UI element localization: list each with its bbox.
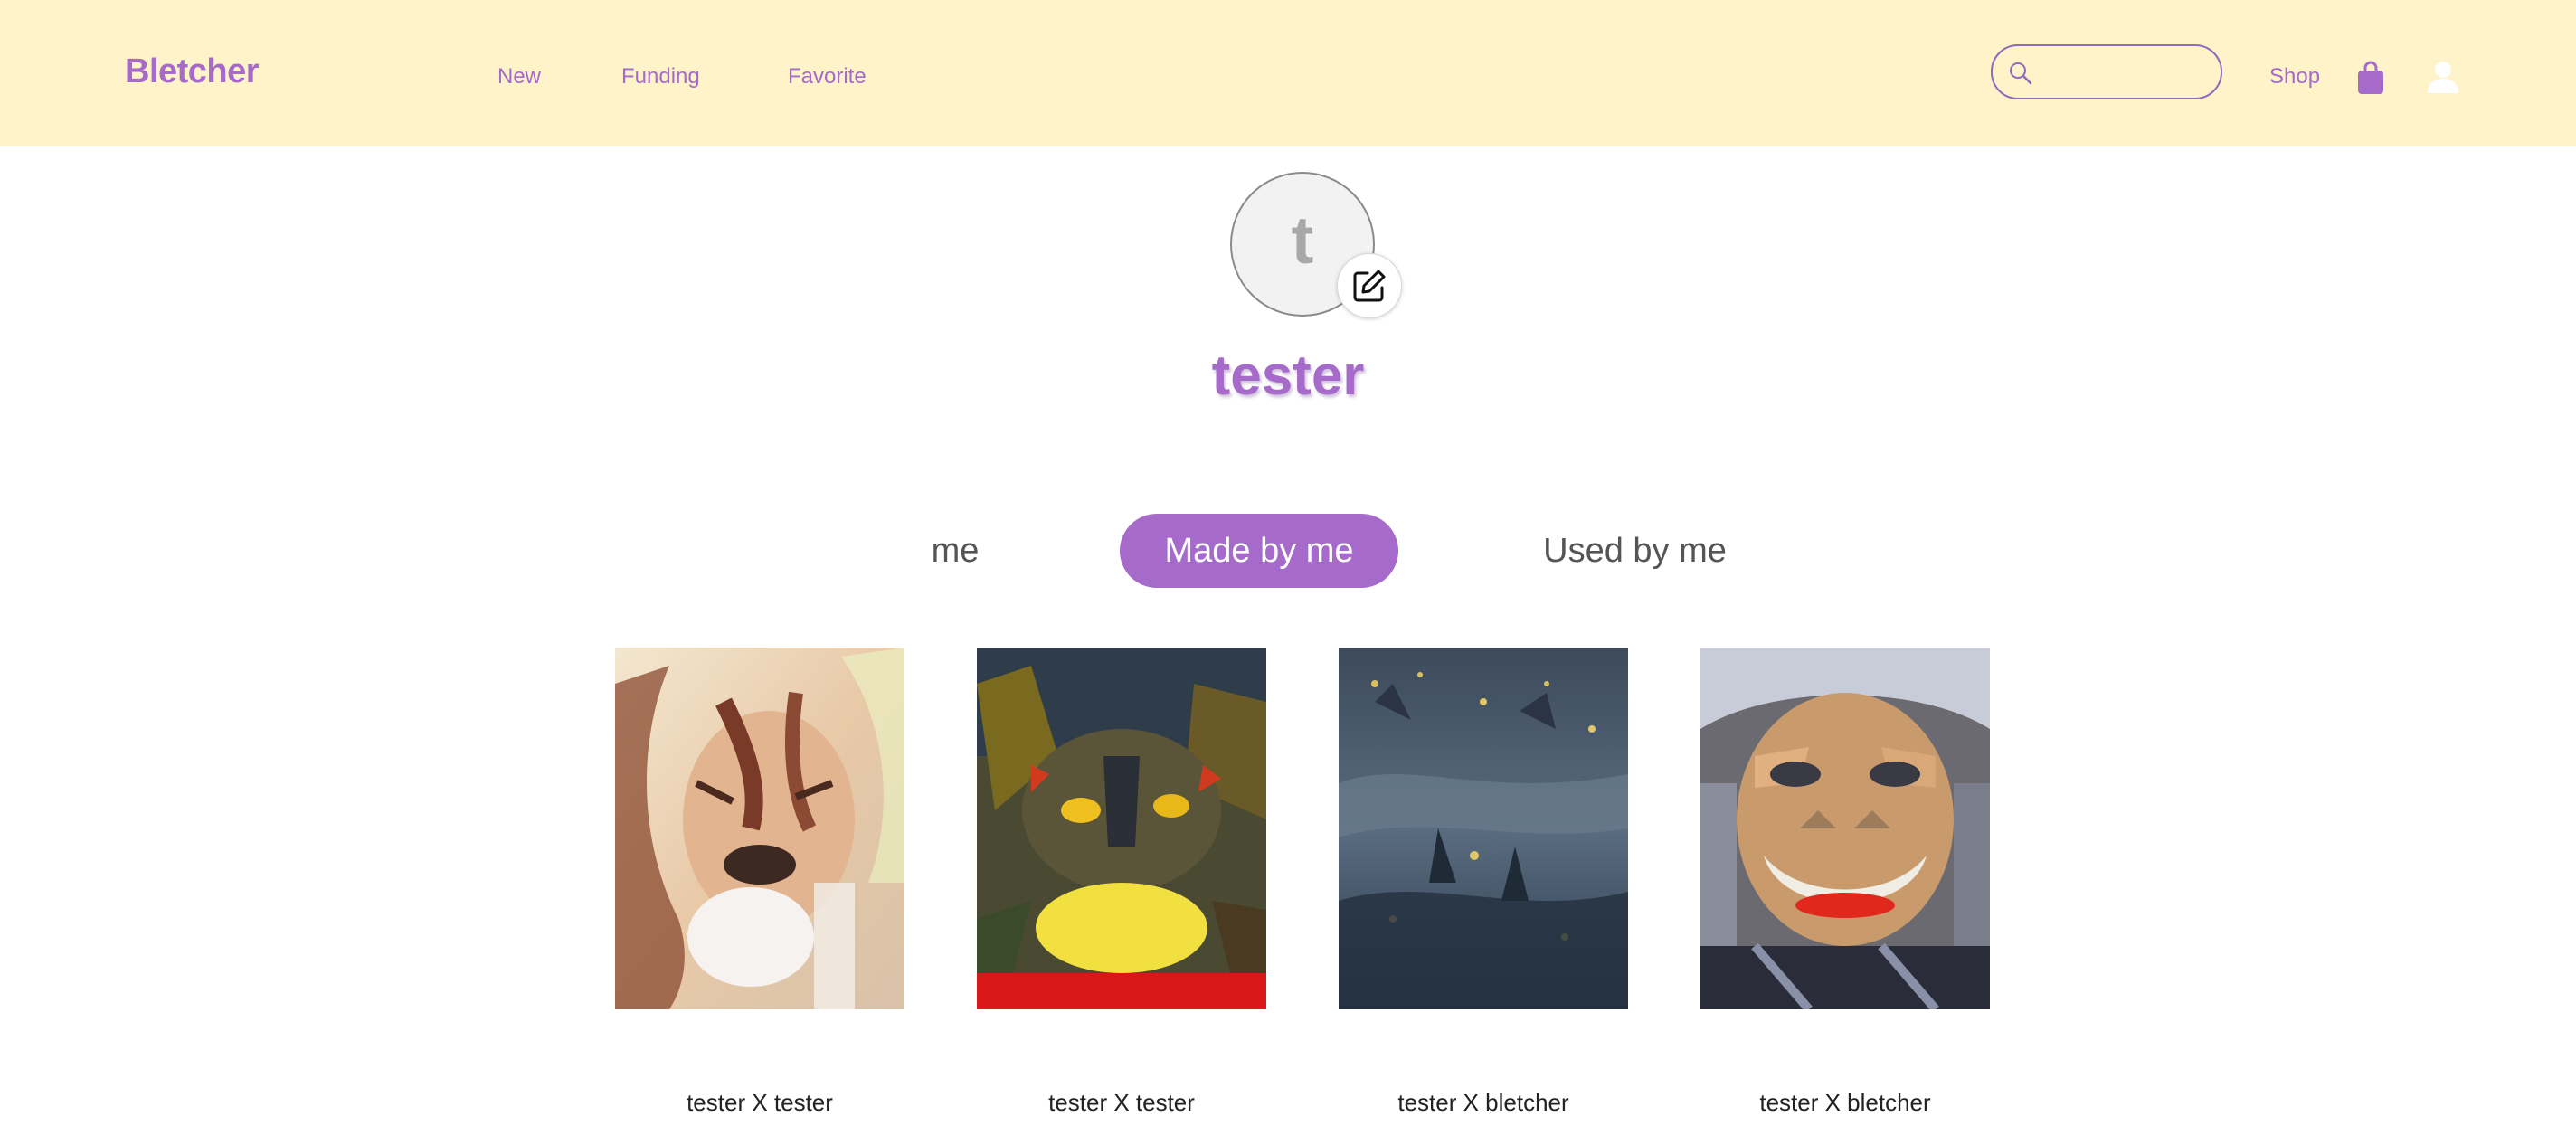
shop-link[interactable]: Shop [2269, 64, 2320, 90]
nav-funding[interactable]: Funding [621, 64, 700, 90]
search-input[interactable] [2040, 55, 2211, 90]
tab-me[interactable]: me [904, 514, 1006, 588]
nav-new[interactable]: New [497, 64, 541, 90]
shopping-bag-icon[interactable] [2356, 60, 2385, 96]
search-icon [2010, 62, 2032, 85]
tab-made-by-me[interactable]: Made by me [1120, 514, 1398, 588]
artwork-caption: tester X tester [687, 1089, 833, 1116]
artwork-card[interactable]: tester X bletcher [1339, 648, 1628, 1116]
artwork-caption: tester X bletcher [1397, 1089, 1569, 1116]
user-icon[interactable] [2427, 60, 2459, 94]
top-nav-bar: Bletcher New Funding Favorite Shop [0, 0, 2576, 146]
artwork-image[interactable] [1339, 648, 1628, 1009]
artwork-image[interactable] [977, 648, 1266, 1009]
artwork-card[interactable]: tester X tester [977, 648, 1266, 1116]
username: tester [1211, 345, 1365, 407]
edit-profile-button[interactable] [1337, 253, 1402, 318]
artwork-card[interactable]: tester X bletcher [1700, 648, 1990, 1116]
artwork-card[interactable]: tester X tester [615, 648, 904, 1116]
artwork-image[interactable] [1700, 648, 1990, 1009]
artwork-image[interactable] [615, 648, 904, 1009]
artwork-caption: tester X tester [1048, 1089, 1195, 1116]
logo[interactable]: Bletcher [125, 52, 260, 91]
edit-icon [1353, 270, 1386, 302]
tab-used-by-me[interactable]: Used by me [1520, 514, 1750, 588]
artwork-caption: tester X bletcher [1759, 1089, 1931, 1116]
avatar-initial: t [1291, 202, 1314, 278]
search-box[interactable] [1991, 44, 2222, 99]
nav-favorite[interactable]: Favorite [788, 64, 867, 90]
